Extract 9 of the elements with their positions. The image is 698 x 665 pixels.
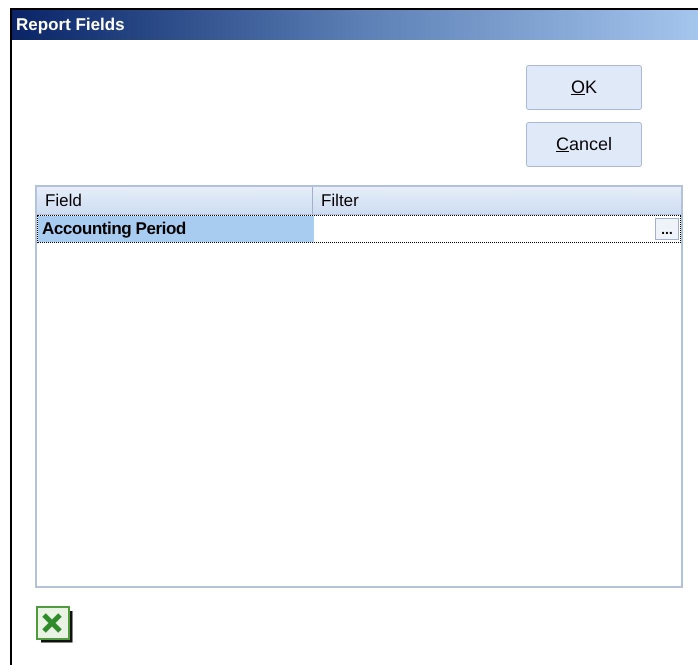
ok-button[interactable]: OK xyxy=(526,65,642,110)
spreadsheet-icon[interactable] xyxy=(35,605,73,643)
window-title: Report Fields xyxy=(16,14,125,36)
table-row[interactable]: Accounting Period ... xyxy=(37,215,681,243)
ellipsis-button[interactable]: ... xyxy=(655,218,679,240)
table-cell: Accounting Period xyxy=(38,216,314,242)
column-header[interactable]: Field xyxy=(37,187,313,214)
cancel-button[interactable]: Cancel xyxy=(526,122,642,167)
column-header[interactable]: Filter xyxy=(313,187,681,214)
